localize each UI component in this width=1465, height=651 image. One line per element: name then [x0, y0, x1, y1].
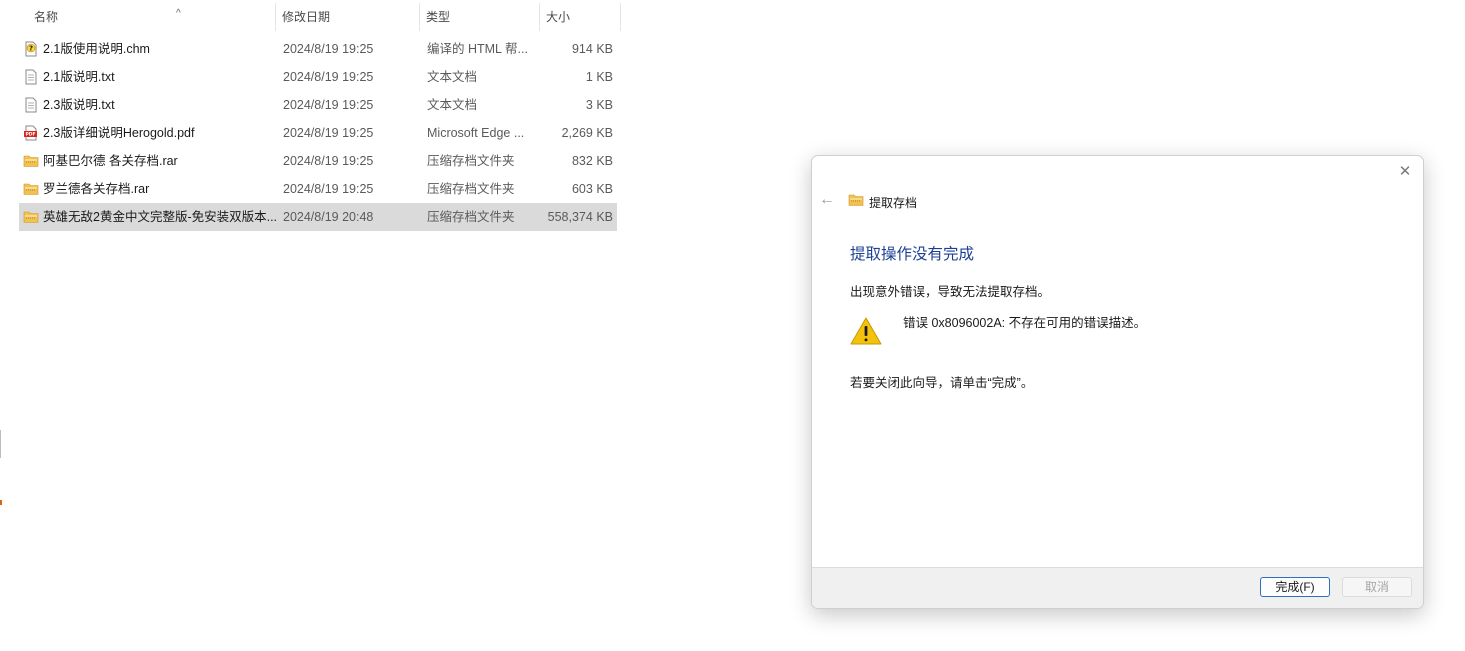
zip-folder-icon — [23, 211, 39, 223]
file-row[interactable]: 罗兰德各关存档.rar 2024/8/19 19:25 压缩存档文件夹 603 … — [19, 175, 617, 203]
finish-button[interactable]: 完成(F) — [1260, 577, 1330, 597]
svg-text:PDF: PDF — [25, 132, 35, 138]
file-size: 2,269 KB — [561, 126, 613, 140]
file-name: 阿基巴尔德 各关存档.rar — [43, 154, 178, 168]
file-date: 2024/8/19 19:25 — [283, 98, 374, 112]
window-edge-marker — [0, 500, 2, 505]
column-header-row: 名称 ^ 修改日期 类型 大小 — [0, 0, 621, 34]
window-edge-divider — [0, 430, 1, 458]
text-file-icon — [25, 97, 37, 113]
file-name: 2.3版详细说明Herogold.pdf — [43, 126, 195, 140]
file-date: 2024/8/19 19:25 — [283, 182, 374, 196]
file-date: 2024/8/19 19:25 — [283, 42, 374, 56]
close-icon: ✕ — [1398, 163, 1412, 180]
file-type: 编译的 HTML 帮... — [427, 42, 528, 56]
file-type: 压缩存档文件夹 — [427, 210, 515, 224]
file-list: ? 2.1版使用说明.chm 2024/8/19 19:25 编译的 HTML … — [19, 35, 617, 231]
file-type: 压缩存档文件夹 — [427, 154, 515, 168]
file-row[interactable]: 2.3版说明.txt 2024/8/19 19:25 文本文档 3 KB — [19, 91, 617, 119]
dialog-heading: 提取操作没有完成 — [850, 246, 975, 263]
zip-folder-icon — [23, 183, 39, 195]
file-date: 2024/8/19 19:25 — [283, 154, 374, 168]
file-type: Microsoft Edge ... — [427, 126, 525, 140]
text-file-icon — [25, 69, 37, 85]
file-date: 2024/8/19 19:25 — [283, 126, 374, 140]
svg-text:?: ? — [29, 45, 33, 53]
extract-wizard-dialog: ✕ ← 提取存档 提取操作没有完成 出现意外错误，导致无法提取存档。 错误 0x… — [811, 155, 1424, 609]
file-row[interactable]: PDF 2.3版详细说明Herogold.pdf 2024/8/19 19:25… — [19, 119, 617, 147]
warning-icon — [850, 317, 882, 345]
file-name: 英雄无敌2黄金中文完整版-免安装双版本... — [43, 210, 278, 224]
file-size: 1 KB — [585, 70, 613, 84]
file-name: 2.3版说明.txt — [43, 98, 115, 112]
help-file-icon: ? — [25, 41, 37, 57]
cancel-button[interactable]: 取消 — [1342, 577, 1412, 597]
column-header-type[interactable]: 类型 — [420, 3, 540, 31]
error-code-text: 错误 0x8096002A: 不存在可用的错误描述。 — [903, 316, 1147, 330]
column-header-size[interactable]: 大小 — [540, 3, 621, 31]
zip-folder-icon — [23, 155, 39, 167]
dialog-footer: 完成(F) 取消 — [812, 567, 1423, 608]
sort-ascending-icon: ^ — [176, 8, 181, 19]
close-button[interactable]: ✕ — [1395, 162, 1415, 182]
file-size: 832 KB — [571, 154, 613, 168]
file-size: 603 KB — [571, 182, 613, 196]
file-row[interactable]: ? 2.1版使用说明.chm 2024/8/19 19:25 编译的 HTML … — [19, 35, 617, 63]
file-type: 文本文档 — [427, 98, 478, 112]
file-date: 2024/8/19 20:48 — [283, 210, 374, 224]
file-type: 文本文档 — [427, 70, 478, 84]
column-header-date[interactable]: 修改日期 — [276, 3, 420, 31]
back-button[interactable]: ← — [818, 190, 836, 210]
pdf-file-icon: PDF — [24, 125, 37, 141]
file-row[interactable]: 阿基巴尔德 各关存档.rar 2024/8/19 19:25 压缩存档文件夹 8… — [19, 147, 617, 175]
file-size: 558,374 KB — [547, 210, 613, 224]
file-name: 2.1版说明.txt — [43, 70, 115, 84]
file-size: 914 KB — [571, 42, 613, 56]
file-row[interactable]: 2.1版说明.txt 2024/8/19 19:25 文本文档 1 KB — [19, 63, 617, 91]
file-name: 罗兰德各关存档.rar — [43, 182, 150, 196]
instruction-text: 若要关闭此向导，请单击“完成”。 — [850, 376, 1034, 390]
column-header-name-label: 名称 — [34, 10, 59, 24]
error-message: 出现意外错误，导致无法提取存档。 — [850, 285, 1051, 299]
zip-folder-icon — [848, 194, 864, 206]
file-type: 压缩存档文件夹 — [427, 182, 515, 196]
file-row-selected[interactable]: 英雄无敌2黄金中文完整版-免安装双版本... 2024/8/19 20:48 压… — [19, 203, 617, 231]
back-arrow-icon: ← — [819, 191, 835, 208]
wizard-title: 提取存档 — [869, 196, 918, 210]
file-date: 2024/8/19 19:25 — [283, 70, 374, 84]
file-name: 2.1版使用说明.chm — [43, 42, 150, 56]
file-size: 3 KB — [585, 98, 613, 112]
column-header-name[interactable]: 名称 ^ — [28, 3, 276, 31]
